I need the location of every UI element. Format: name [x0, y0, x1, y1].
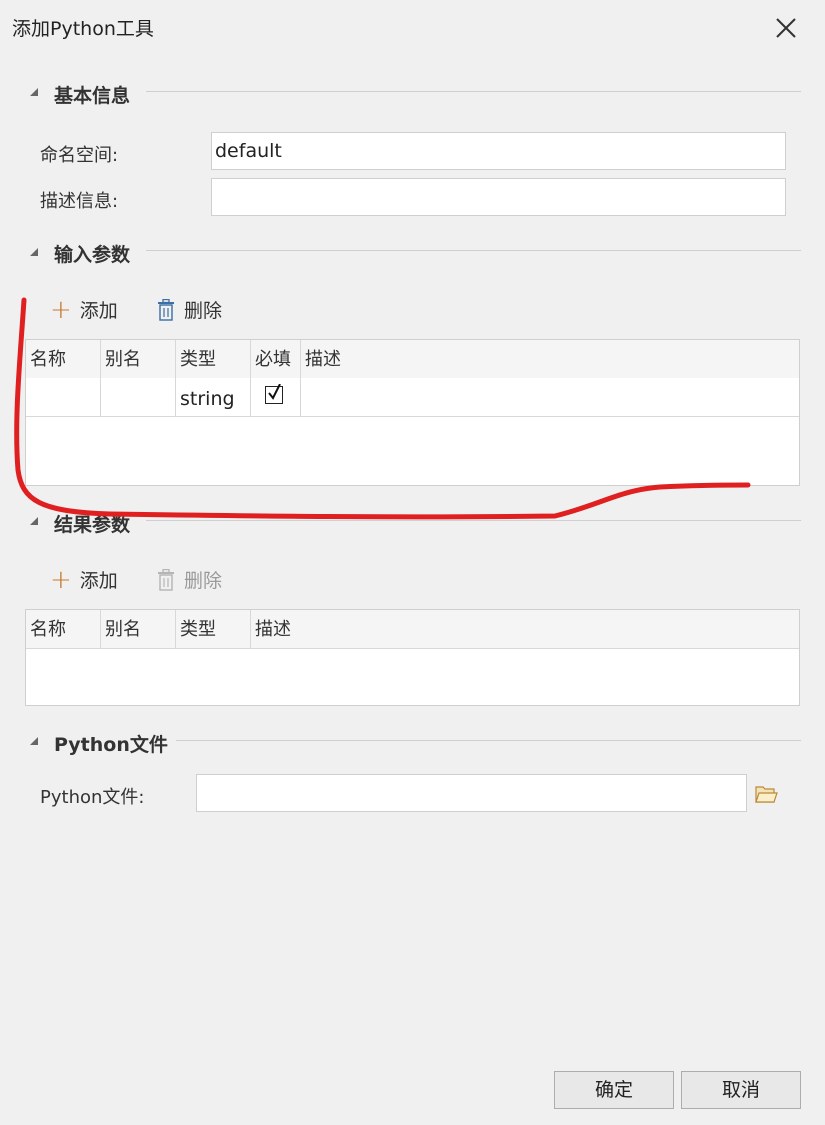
- result-delete-label: 删除: [184, 570, 223, 592]
- description-label: 描述信息:: [40, 191, 119, 212]
- checkmark-icon: [268, 384, 281, 400]
- section-title-input-params: 输入参数: [54, 244, 131, 266]
- namespace-input[interactable]: default: [211, 132, 786, 170]
- section-divider: [146, 250, 801, 251]
- table-row[interactable]: string: [26, 378, 799, 417]
- table-header: 名称 别名 类型 描述: [26, 610, 799, 649]
- trash-icon: [158, 568, 174, 591]
- result-params-table: 名称 别名 类型 描述: [25, 609, 800, 706]
- section-collapse-arrow-icon[interactable]: [30, 248, 38, 256]
- input-delete-label: 删除: [184, 300, 223, 322]
- column-header-type[interactable]: 类型: [176, 610, 251, 648]
- cell-alias[interactable]: [101, 378, 176, 416]
- cell-required[interactable]: [251, 378, 301, 416]
- folder-open-icon: [755, 786, 778, 803]
- section-title-result-params: 结果参数: [54, 514, 131, 536]
- close-button[interactable]: [772, 14, 800, 42]
- table-header: 名称 别名 类型 必填 描述: [26, 340, 799, 379]
- input-delete-button[interactable]: 删除: [156, 296, 222, 323]
- browse-button[interactable]: [754, 784, 778, 806]
- cell-name[interactable]: [26, 378, 101, 416]
- column-header-type[interactable]: 类型: [176, 340, 251, 378]
- column-header-name[interactable]: 名称: [26, 340, 101, 378]
- plus-icon: +: [50, 294, 72, 325]
- column-header-alias[interactable]: 别名: [101, 610, 176, 648]
- cell-type[interactable]: string: [176, 378, 251, 416]
- dialog-title: 添加Python工具: [12, 18, 154, 40]
- section-divider: [176, 740, 801, 741]
- result-add-label: 添加: [79, 570, 118, 592]
- column-header-alias[interactable]: 别名: [101, 340, 176, 378]
- section-title-basic-info: 基本信息: [54, 85, 131, 107]
- input-params-table: 名称 别名 类型 必填 描述 string: [25, 339, 800, 486]
- cell-description[interactable]: [301, 378, 799, 416]
- input-add-label: 添加: [79, 300, 118, 322]
- section-divider: [146, 91, 801, 92]
- python-file-input[interactable]: [196, 774, 747, 812]
- column-header-description[interactable]: 描述: [251, 610, 799, 648]
- section-collapse-arrow-icon[interactable]: [30, 517, 38, 525]
- close-x-icon: [776, 18, 796, 38]
- section-title-python-file: Python文件: [54, 734, 168, 756]
- column-header-name[interactable]: 名称: [26, 610, 101, 648]
- section-collapse-arrow-icon[interactable]: [30, 88, 38, 96]
- column-header-description[interactable]: 描述: [301, 340, 799, 378]
- namespace-label: 命名空间:: [40, 145, 119, 166]
- cancel-button[interactable]: 取消: [681, 1071, 801, 1109]
- result-add-button[interactable]: + 添加: [50, 566, 118, 593]
- column-header-required[interactable]: 必填: [251, 340, 301, 378]
- python-file-label: Python文件:: [40, 787, 145, 808]
- section-collapse-arrow-icon[interactable]: [30, 737, 38, 745]
- input-add-button[interactable]: + 添加: [50, 296, 118, 323]
- description-input[interactable]: [211, 178, 786, 216]
- result-delete-button[interactable]: 删除: [156, 566, 222, 593]
- ok-button[interactable]: 确定: [554, 1071, 674, 1109]
- required-checkbox[interactable]: [265, 384, 283, 404]
- trash-icon: [158, 298, 174, 321]
- section-divider: [146, 520, 801, 521]
- plus-icon: +: [50, 564, 72, 595]
